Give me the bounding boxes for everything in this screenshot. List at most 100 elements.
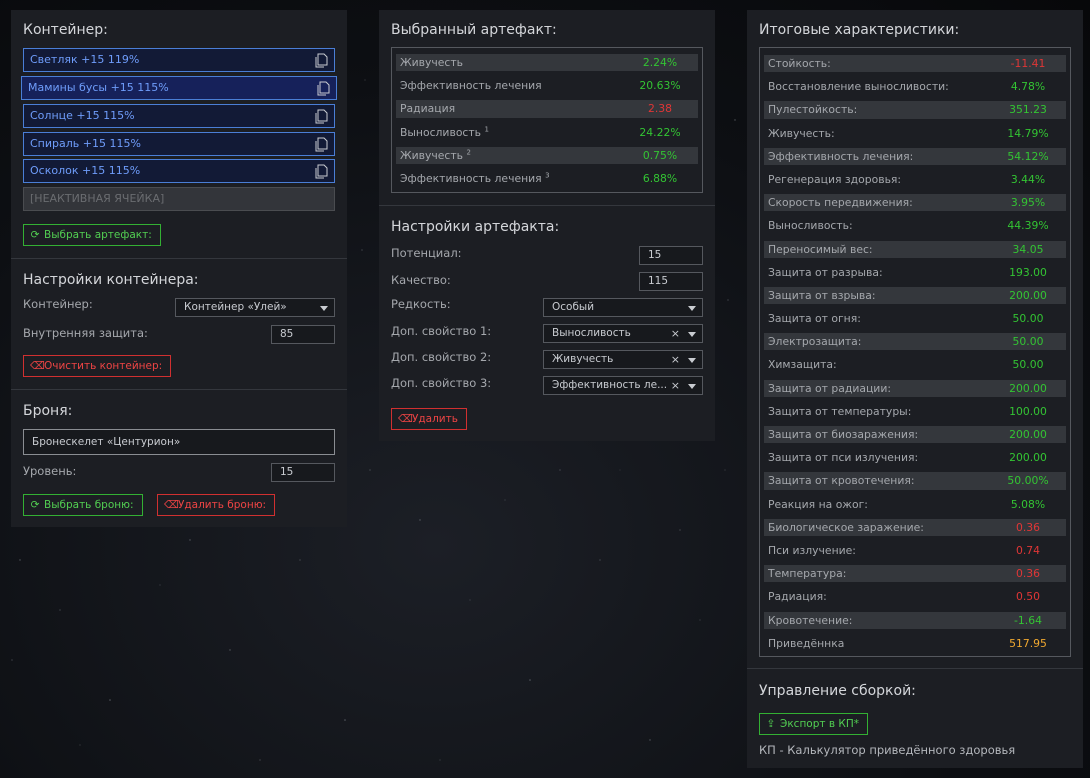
level-input[interactable]: 15 [271, 463, 335, 482]
total-stat-value: 3.44% [1010, 172, 1046, 186]
total-stat-value: 50.00 [1012, 335, 1044, 349]
total-stat-name: Кровотечение: [768, 613, 853, 627]
clear-icon[interactable]: × [668, 377, 680, 394]
artifact-slot-5[interactable]: Осколок +15 115% [23, 159, 335, 183]
total-stat-name: Радиация: [768, 590, 827, 604]
delete-artifact-button[interactable]: ⌫Удалить [391, 408, 467, 430]
total-stat-row: Переносимый вес: 34.05 [760, 238, 1070, 261]
chevron-down-icon [688, 384, 696, 389]
total-stat-row: Защита от пси излучения: 200.00 [760, 446, 1070, 469]
quality-input[interactable]: 115 [639, 272, 703, 291]
slot-label: Мамины бусы +15 115% [28, 81, 169, 94]
stat-row: Выносливость 1 24.22% [392, 121, 702, 144]
stat-row: Живучесть 2.24% [392, 51, 702, 74]
clear-icon[interactable]: × [668, 351, 680, 368]
total-stat-row: Пулестойкость: 351.23 [760, 98, 1070, 121]
copy-icon[interactable] [314, 109, 328, 124]
refresh-icon: ⟳ [30, 499, 40, 511]
footnote: КП - Калькулятор приведённого здоровья [759, 743, 1016, 757]
container-select[interactable]: Контейнер «Улей» [175, 298, 335, 317]
total-stat-value: 4.78% [1010, 80, 1046, 94]
total-stat-name: Защита от радиации: [768, 381, 891, 395]
total-stat-name: Защита от кровотечения: [768, 474, 915, 488]
artifact-stats-box: Живучесть 2.24% Эффективность лечения 20… [391, 47, 703, 193]
total-stat-name: Живучесть: [768, 126, 835, 140]
stat-value: 24.22% [639, 125, 681, 139]
totals-title: Итоговые характеристики: [759, 22, 960, 38]
stat-name: Эффективность лечения [400, 79, 542, 93]
total-stat-row: Защита от огня: 50.00 [760, 307, 1070, 330]
copy-icon[interactable] [316, 81, 330, 96]
total-stat-value: 200.00 [1009, 381, 1047, 395]
stat-value: 20.63% [639, 79, 681, 93]
total-stat-name: Регенерация здоровья: [768, 172, 902, 186]
select-armor-button[interactable]: ⟳ Выбрать броню: [23, 494, 143, 516]
artifact-settings-title: Настройки артефакта: [391, 219, 560, 235]
divider [11, 258, 347, 259]
extra-property-3-value: Эффективность ле... [552, 379, 668, 391]
total-stat-value: 193.00 [1009, 265, 1047, 279]
total-stat-value: 200.00 [1009, 428, 1047, 441]
stat-name: Живучесть 2 [400, 148, 471, 162]
clear-container-button[interactable]: ⌫Очистить контейнер: [23, 355, 172, 377]
total-stat-row: Защита от температуры: 100.00 [760, 400, 1070, 423]
total-stat-value: 0.74 [1015, 543, 1041, 557]
copy-icon[interactable] [314, 137, 328, 152]
total-stat-name: Восстановление выносливости: [768, 80, 949, 94]
delete-armor-button[interactable]: ⌫Удалить броню: [157, 494, 276, 516]
total-stat-value: 0.36 [1015, 567, 1041, 581]
total-stat-row: Стойкость: -11.41 [760, 52, 1070, 75]
total-stat-name: Защита от огня: [768, 312, 861, 326]
total-stat-value: 200.00 [1009, 451, 1047, 465]
divider [379, 205, 715, 206]
artifact-slot-1[interactable]: Светляк +15 119% [23, 48, 335, 72]
total-stat-value: 0.36 [1015, 520, 1041, 534]
totals-stats-box: Стойкость: -11.41 Восстановление выносливо… [759, 47, 1071, 657]
trash-icon: ⌫ [164, 499, 179, 511]
total-stat-row: Электрозащита: 50.00 [760, 330, 1070, 353]
artifact-slot-3[interactable]: Солнце +15 115% [23, 104, 335, 128]
slot-label: Осколок +15 115% [30, 164, 141, 177]
export-button[interactable]: ⇪ Экспорт в КП* [759, 713, 868, 735]
armor-field[interactable]: Бронескелет «Центурион» [23, 429, 335, 455]
extra-property-2-select[interactable]: Живучесть × [543, 350, 703, 369]
total-stat-row: Температура: 0.36 [760, 562, 1070, 585]
rarity-select[interactable]: Особый [543, 298, 703, 317]
potential-input[interactable]: 15 [639, 246, 703, 265]
total-stat-value: 44.39% [1007, 219, 1049, 233]
select-artifact-button[interactable]: ⟳ Выбрать артефакт: [23, 224, 161, 246]
extra-property-2-label: Доп. свойство 2: [391, 350, 492, 364]
rarity-select-value: Особый [552, 301, 595, 313]
artifact-slot-4[interactable]: Спираль +15 115% [23, 132, 335, 156]
artifact-slot-2[interactable]: Мамины бусы +15 115% [21, 76, 337, 100]
extra-property-1-select[interactable]: Выносливость × [543, 324, 703, 343]
armor-title: Броня: [23, 403, 73, 419]
total-stat-name: Пси излучение: [768, 543, 856, 557]
protection-label: Внутренняя защита: [23, 326, 148, 340]
quality-label: Качество: [391, 273, 451, 287]
extra-property-3-select[interactable]: Эффективность ле... × [543, 376, 703, 395]
total-stat-name: Защита от разрыва: [768, 265, 883, 279]
total-stat-value: 34.05 [1012, 242, 1044, 256]
total-stat-row: Химзащита: 50.00 [760, 353, 1070, 376]
total-stat-name: Приведённка [768, 636, 845, 650]
clear-icon[interactable]: × [668, 325, 680, 342]
container-title: Контейнер: [23, 22, 108, 38]
copy-icon[interactable] [314, 53, 328, 68]
extra-property-1-value: Выносливость [552, 327, 631, 339]
protection-input[interactable]: 85 [271, 325, 335, 344]
inactive-slot: [НЕАКТИВНАЯ ЯЧЕЙКА] [23, 187, 335, 211]
copy-icon[interactable] [314, 164, 328, 179]
total-stat-name: Скорость передвижения: [768, 196, 913, 210]
total-stat-value: 14.79% [1007, 126, 1049, 140]
total-stat-row: Живучесть: 14.79% [760, 122, 1070, 145]
container-select-value: Контейнер «Улей» [184, 301, 287, 313]
level-label: Уровень: [23, 464, 77, 478]
total-stat-value: 351.23 [1009, 103, 1047, 117]
slot-label: Солнце +15 115% [30, 109, 135, 122]
total-stat-name: Защита от температуры: [768, 404, 912, 418]
stat-row: Эффективность лечения 20.63% [392, 74, 702, 97]
total-stat-row: Регенерация здоровья: 3.44% [760, 168, 1070, 191]
slot-label: Светляк +15 119% [30, 53, 140, 66]
extra-property-2-value: Живучесть [552, 353, 614, 365]
